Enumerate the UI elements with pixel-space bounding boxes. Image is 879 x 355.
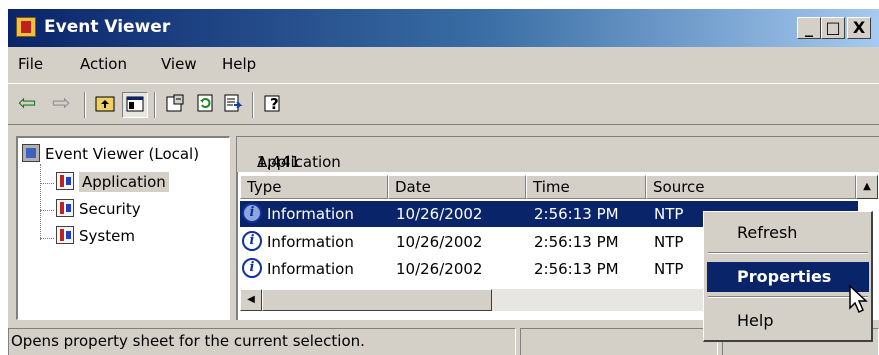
cell-source: NTP (654, 205, 684, 223)
information-icon: i (242, 258, 262, 278)
tree-item-root[interactable]: Event Viewer (Local) (22, 144, 199, 163)
event-log-icon (56, 172, 74, 190)
toolbar-separator (84, 92, 86, 118)
context-menu: Refresh Properties Help (703, 211, 873, 342)
information-icon: i (242, 231, 262, 251)
svg-text:?: ? (270, 95, 279, 113)
toolbar-separator (252, 92, 254, 118)
export-list-icon[interactable] (220, 92, 246, 118)
close-button[interactable]: X (847, 17, 871, 39)
window-title: Event Viewer (44, 17, 171, 37)
context-menu-help[interactable]: Help (707, 306, 869, 336)
scroll-left-button[interactable]: ◀ (240, 289, 262, 311)
tree-connector (40, 183, 54, 184)
menu-action[interactable]: Action (80, 55, 127, 73)
menu-bar: File Action View Help (8, 49, 879, 79)
menu-file[interactable]: File (18, 55, 43, 73)
show-hide-tree-icon[interactable] (122, 92, 148, 118)
menu-help[interactable]: Help (222, 55, 256, 73)
status-text: Opens property sheet for the current sel… (8, 328, 516, 355)
help-icon[interactable]: ? (260, 92, 286, 118)
tree-item-application[interactable]: Application (56, 172, 169, 192)
event-viewer-app-icon (16, 17, 36, 37)
title-bar[interactable]: Event Viewer _ □ X (8, 9, 879, 47)
cell-date: 10/26/2002 (396, 260, 483, 278)
cell-source: NTP (654, 233, 684, 251)
cell-time: 2:56:13 PM (534, 205, 619, 223)
cell-type: Information (267, 233, 354, 251)
cell-time: 2:56:13 PM (534, 260, 619, 278)
information-icon: i (242, 203, 262, 223)
tree-item-label: Event Viewer (Local) (45, 145, 200, 163)
event-log-icon (56, 199, 74, 217)
cell-source: NTP (654, 260, 684, 278)
refresh-icon[interactable] (192, 92, 218, 118)
tree-item-security[interactable]: Security (56, 199, 141, 218)
context-menu-properties[interactable]: Properties (707, 262, 869, 292)
tree-item-label: Security (79, 200, 141, 218)
console-tree[interactable]: Event Viewer (Local) Application Securit… (16, 136, 230, 320)
mouse-pointer-icon (849, 284, 868, 314)
tree-connector (40, 210, 54, 211)
details-header-text: Application 1,441 event(s) (247, 145, 341, 189)
event-log-icon (56, 226, 74, 244)
cell-time: 2:56:13 PM (534, 233, 619, 251)
back-icon[interactable]: ⇦ (18, 92, 36, 116)
forward-icon[interactable]: ⇨ (52, 92, 70, 116)
context-menu-separator (708, 296, 868, 298)
tree-item-system[interactable]: System (56, 226, 135, 245)
scroll-up-button[interactable]: ▲ (856, 175, 878, 199)
column-header-type[interactable]: Type (240, 175, 388, 199)
cell-date: 10/26/2002 (396, 233, 483, 251)
toolbar-separator (154, 92, 156, 118)
event-viewer-window: Event Viewer _ □ X File Action View Help… (8, 9, 879, 355)
context-menu-separator (708, 252, 868, 254)
cell-date: 10/26/2002 (396, 205, 483, 223)
properties-icon[interactable] (162, 92, 188, 118)
menu-view[interactable]: View (161, 55, 197, 73)
minimize-button[interactable]: _ (797, 17, 821, 39)
context-menu-refresh[interactable]: Refresh (707, 218, 869, 248)
event-viewer-root-icon (22, 144, 40, 162)
up-folder-icon[interactable] (92, 92, 118, 118)
tree-connector (40, 164, 41, 240)
scrollbar-thumb[interactable] (262, 289, 492, 311)
column-header-date[interactable]: Date (388, 175, 526, 199)
cell-type: Information (267, 260, 354, 278)
toolbar: ⇦ ⇨ ? (8, 83, 879, 125)
column-header-source[interactable]: Source (646, 175, 856, 199)
status-pane (520, 328, 718, 355)
maximize-button[interactable]: □ (821, 17, 845, 39)
tree-item-label: System (79, 227, 135, 245)
details-header: Application 1,441 event(s) (236, 136, 879, 189)
cell-type: Information (267, 205, 354, 223)
tree-item-label: Application (79, 172, 169, 192)
column-header-time[interactable]: Time (526, 175, 646, 199)
tree-connector (40, 238, 54, 239)
